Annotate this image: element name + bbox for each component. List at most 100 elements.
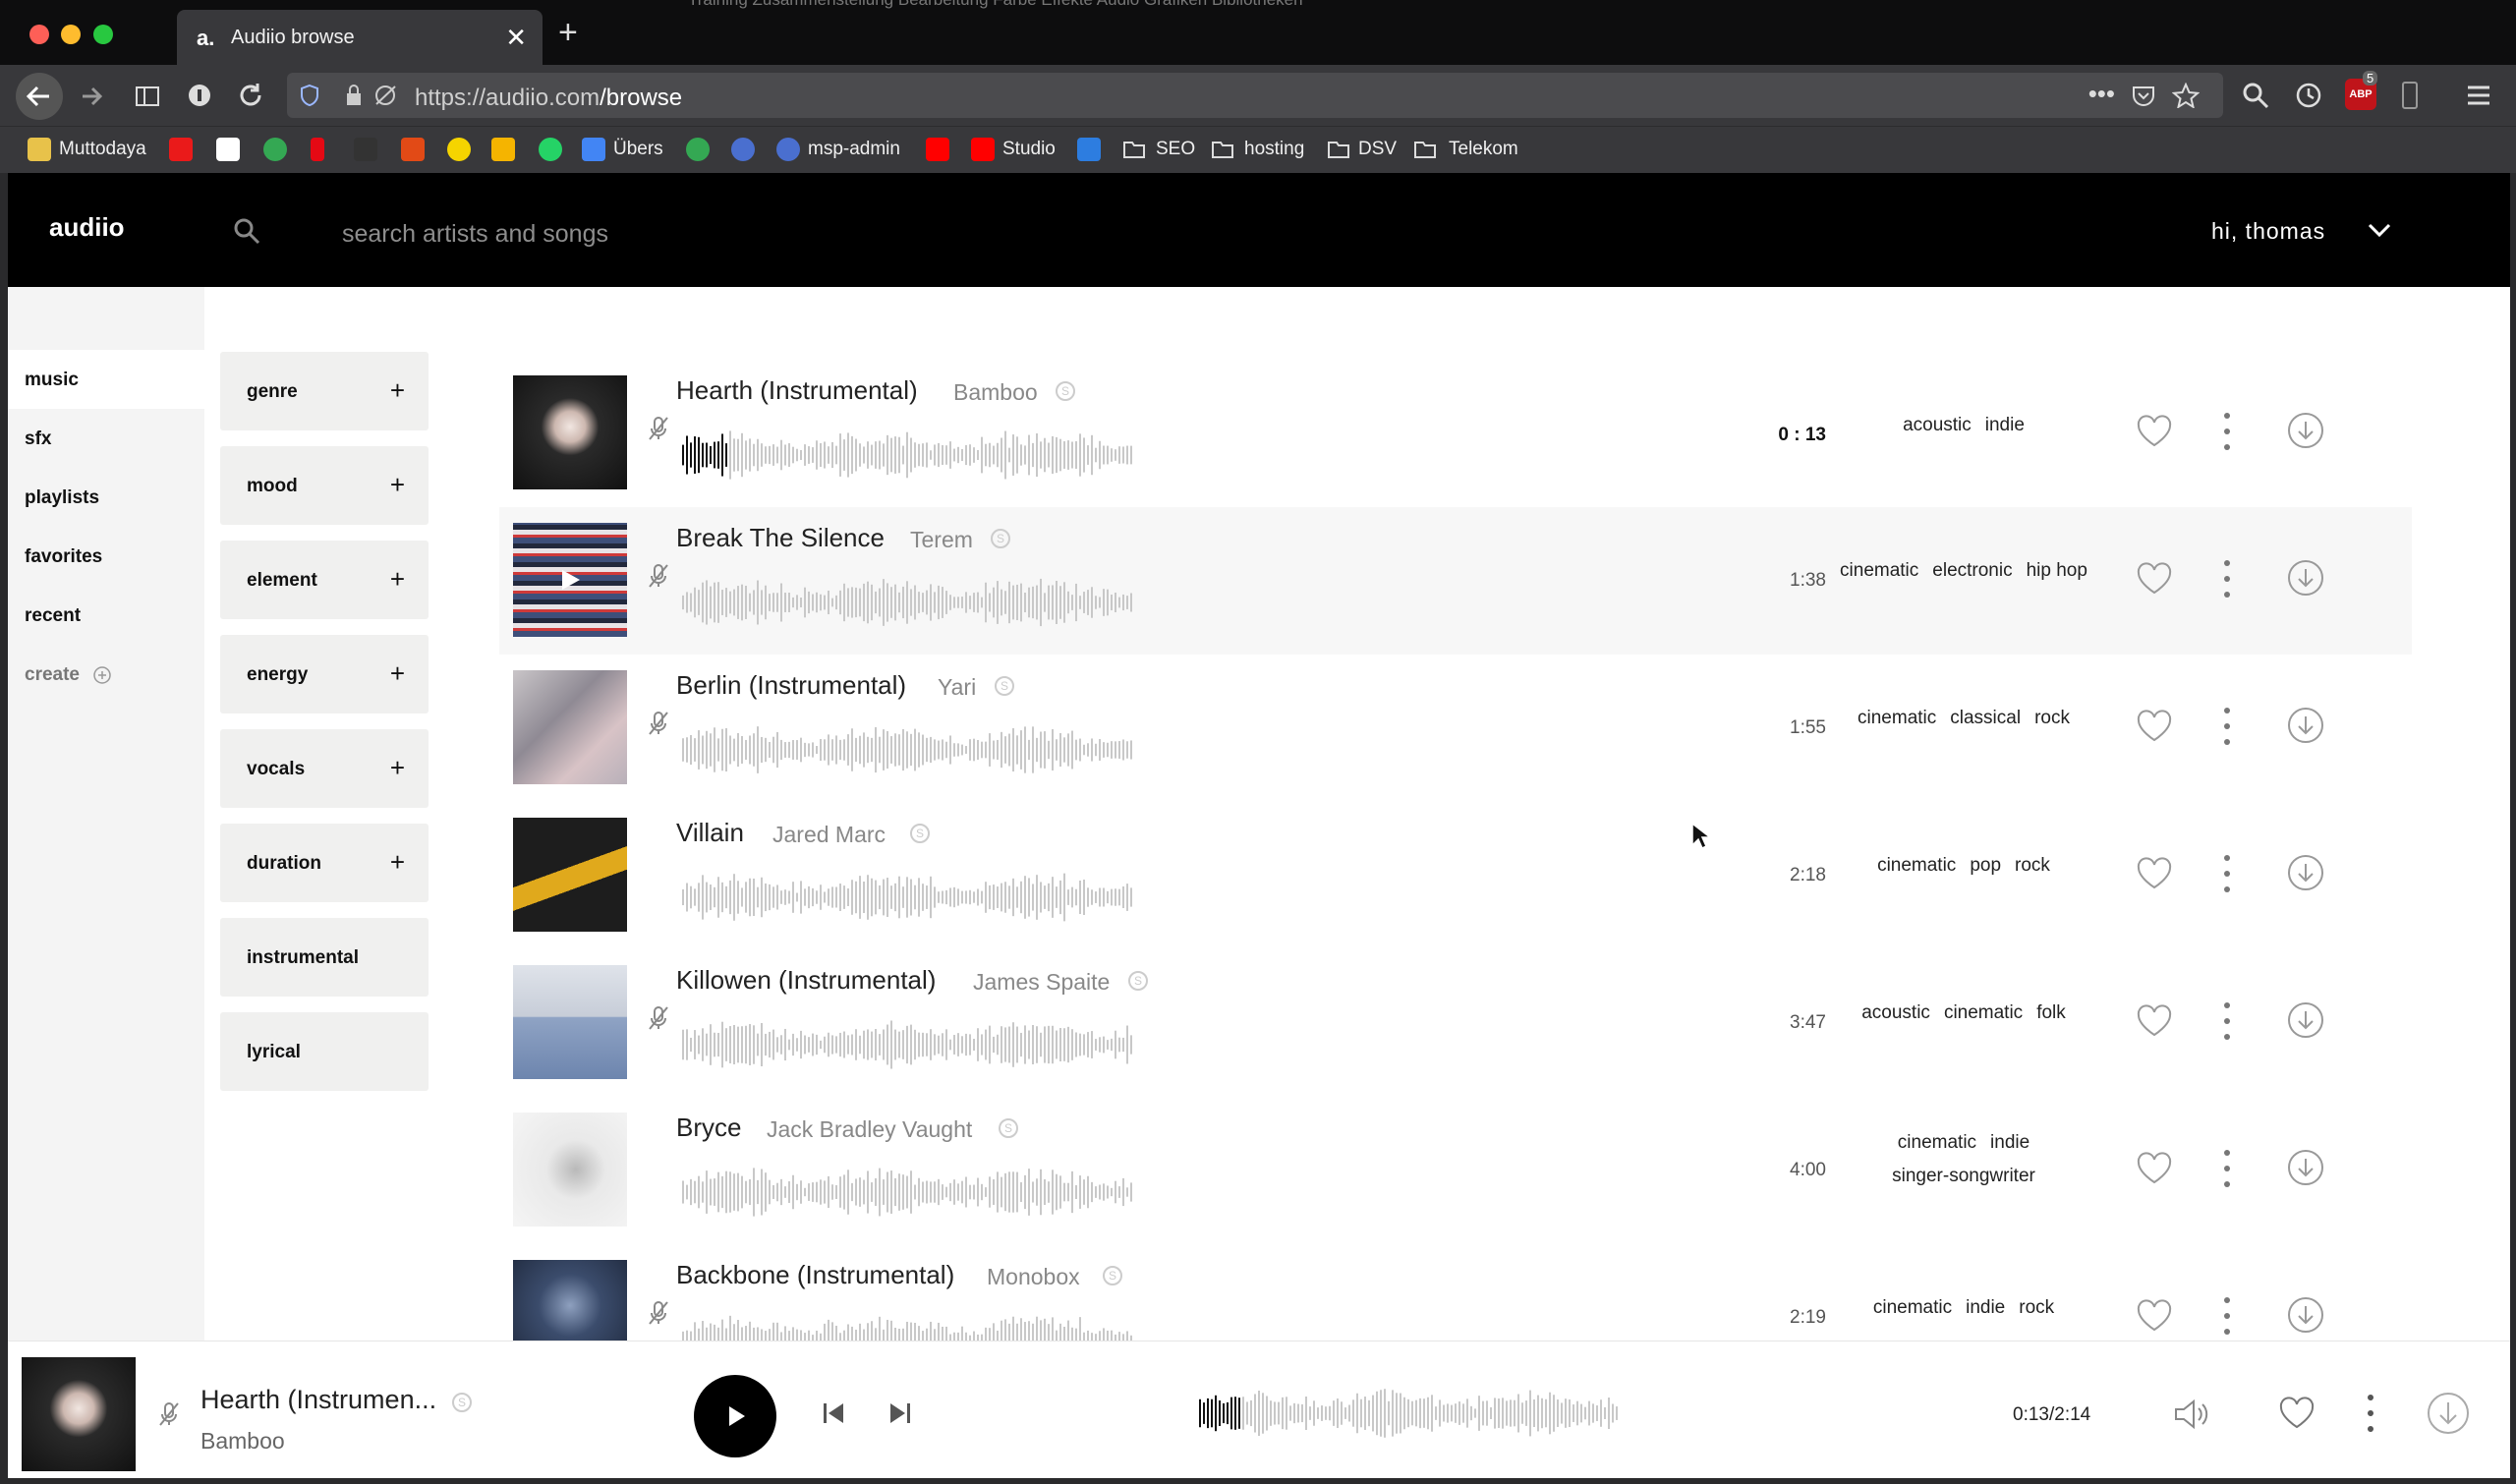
filter-duration[interactable]: duration + [220,824,429,902]
track-artist[interactable]: Terem [910,527,973,553]
heart-icon[interactable] [2278,1397,2316,1430]
tab-audiio-browse[interactable]: a. Audiio browse ✕ [177,10,543,65]
album-art[interactable] [513,523,627,637]
download-icon[interactable] [2286,1148,2325,1187]
heart-icon[interactable] [2136,1152,2173,1185]
more-options-icon[interactable] [2221,1148,2233,1189]
folder-icon[interactable] [1327,138,1350,161]
page-actions-icon[interactable]: ••• [2088,79,2115,109]
track-row-hovered[interactable]: Break The Silence Terem S 1:38 cinematic… [499,507,2412,655]
album-art[interactable] [513,670,627,784]
tag[interactable]: rock [2034,708,2070,728]
track-artist[interactable]: Yari [938,674,976,701]
heart-icon[interactable] [2136,415,2173,448]
album-art[interactable] [513,1113,627,1227]
tag[interactable]: acoustic [1903,415,1972,435]
play-overlay-icon[interactable] [513,523,627,637]
tag[interactable]: singer-songwriter [1892,1166,2035,1186]
folder-icon[interactable] [1122,138,1146,161]
download-icon[interactable] [2286,411,2325,450]
adobe-icon[interactable] [169,138,193,161]
tag[interactable]: cinematic [1840,560,1918,581]
shield-icon[interactable] [299,84,320,107]
album-art[interactable] [513,375,627,489]
bookmark-orange-icon[interactable] [491,138,515,161]
album-art[interactable] [513,965,627,1079]
album-art[interactable] [513,818,627,932]
bookmark-folder-seo[interactable]: SEO [1156,139,1195,160]
maps-pin-icon[interactable] [263,138,287,161]
back-button[interactable] [14,71,65,122]
download-icon[interactable] [2426,1391,2471,1436]
track-title[interactable]: Villain [676,818,744,848]
track-title[interactable]: Bryce [676,1113,741,1143]
track-title[interactable]: Backbone (Instrumental) [676,1260,954,1290]
zoho-z-icon[interactable] [1077,138,1101,161]
bookmark-msp-admin[interactable]: msp-admin [808,139,900,160]
download-icon[interactable] [2286,558,2325,598]
close-tab-icon[interactable]: ✕ [505,23,527,53]
tag[interactable]: indie [1990,1132,2030,1153]
audiio-logo[interactable]: audiio [49,212,125,243]
track-artist[interactable]: Jack Bradley Vaught [767,1116,972,1143]
filter-mood[interactable]: mood + [220,446,429,525]
track-row[interactable]: Berlin (Instrumental) Yari S 1:55 cinema… [499,655,2412,802]
now-playing-title[interactable]: Hearth (Instrumen... [200,1385,436,1415]
tag[interactable]: cinematic [1944,1002,2023,1023]
youtube-studio-icon[interactable] [971,138,995,161]
filter-instrumental[interactable]: instrumental [220,918,429,997]
waveform[interactable] [682,873,1134,922]
pocket-icon[interactable] [2131,84,2156,107]
more-options-icon[interactable] [2221,853,2233,894]
sidebar-item-sfx[interactable]: sfx [25,428,51,450]
bookmark-yellow-c-icon[interactable] [447,138,471,161]
bookmark-muttodaya[interactable]: Muttodaya [59,139,146,160]
minimize-window-button[interactable] [61,25,81,44]
heart-icon[interactable] [2136,562,2173,596]
tag[interactable]: pop [1970,855,2001,876]
msp-admin-icon[interactable] [776,138,800,161]
track-title[interactable]: Killowen (Instrumental) [676,965,936,996]
track-row[interactable]: Killowen (Instrumental) James Spaite S 3… [499,949,2412,1097]
tag[interactable]: folk [2036,1002,2066,1023]
track-title[interactable]: Berlin (Instrumental) [676,670,906,701]
new-tab-button[interactable]: + [558,14,578,52]
amazon-icon[interactable] [216,138,240,161]
bookmark-favicon-icon[interactable] [28,138,51,161]
player-waveform[interactable] [1199,1389,1622,1438]
download-icon[interactable] [2286,1000,2325,1040]
chevron-down-icon[interactable] [2367,220,2392,240]
bookmark-studio[interactable]: Studio [1002,139,1056,160]
filter-lyrical[interactable]: lyrical [220,1012,429,1091]
next-track-icon[interactable] [888,1400,912,1426]
filter-element[interactable]: element + [220,541,429,619]
bookmark-ubers[interactable]: Übers [613,139,663,160]
volume-icon[interactable] [2172,1397,2211,1432]
bookmark-blue-icon[interactable] [731,138,755,161]
address-bar[interactable]: https://audiio.com/browse ••• [287,73,2223,118]
heart-icon[interactable] [2136,857,2173,890]
history-clock-icon[interactable] [2294,81,2323,110]
more-options-icon[interactable] [2221,1295,2233,1337]
close-window-button[interactable] [29,25,49,44]
track-title[interactable]: Break The Silence [676,523,885,553]
more-options-icon[interactable] [2365,1393,2376,1434]
search-icon[interactable] [232,216,261,246]
responsive-mode-icon[interactable] [2400,81,2420,110]
search-input[interactable] [342,216,1030,252]
netflix-icon[interactable] [311,138,324,161]
download-icon[interactable] [2286,706,2325,745]
filter-genre[interactable]: genre + [220,352,429,430]
track-row[interactable]: Villain Jared Marc S 2:18 cinematic pop ro… [499,802,2412,949]
sidebar-item-create[interactable]: create [25,664,112,686]
play-button[interactable] [694,1375,776,1457]
forward-button[interactable] [79,83,106,110]
bookmark-red-icon[interactable] [401,138,425,161]
track-row[interactable]: Hearth (Instrumental) Bamboo S 0 : 13 ac… [499,360,2412,507]
folder-icon[interactable] [1413,138,1437,161]
tag[interactable]: cinematic [1898,1132,1976,1153]
tracking-protection-icon[interactable] [373,84,399,107]
track-artist[interactable]: Jared Marc [772,822,886,848]
bookmark-star-icon[interactable] [2172,83,2200,108]
waveform[interactable] [682,430,1134,480]
